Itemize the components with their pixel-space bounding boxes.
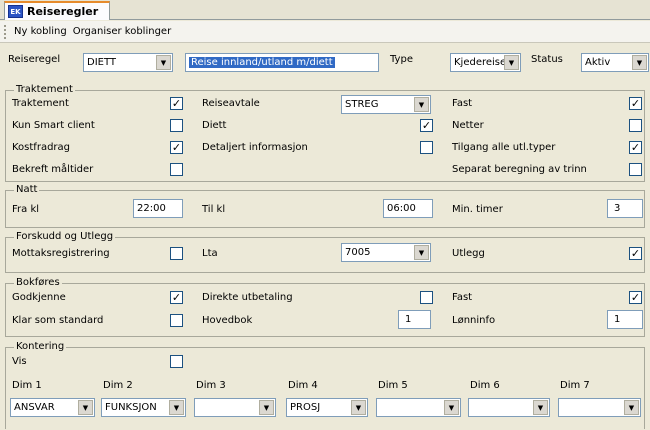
dim4-label: Dim 4 — [288, 380, 318, 391]
chevron-down-icon[interactable]: ▼ — [624, 400, 639, 415]
tab-reiseregler[interactable]: EK Reiseregler — [4, 1, 110, 20]
lta-label: Lta — [202, 248, 218, 259]
new-link-button[interactable]: Ny kobling — [11, 26, 70, 37]
lonninfo-label: Lønninfo — [452, 315, 496, 326]
chevron-down-icon[interactable]: ▼ — [533, 400, 548, 415]
fast-checkbox[interactable]: ✓ — [629, 97, 642, 110]
diett-label: Diett — [202, 120, 227, 131]
traktement-label: Traktement — [12, 98, 69, 109]
organize-links-button[interactable]: Organiser koblinger — [70, 26, 174, 37]
chevron-down-icon[interactable]: ▼ — [414, 97, 429, 112]
utlegg-checkbox[interactable]: ✓ — [629, 247, 642, 260]
dim7-label: Dim 7 — [560, 380, 590, 391]
fra-kl-label: Fra kl — [12, 204, 40, 215]
vis-checkbox[interactable] — [170, 355, 183, 368]
group-title: Kontering — [14, 341, 67, 352]
fast-bok-checkbox[interactable]: ✓ — [629, 291, 642, 304]
godkjenne-label: Godkjenne — [12, 292, 66, 303]
lonninfo-field[interactable]: 1 — [607, 310, 643, 329]
detaljert-label: Detaljert informasjon — [202, 142, 308, 153]
detaljert-checkbox[interactable] — [420, 141, 433, 154]
min-timer-field[interactable]: 3 — [607, 199, 643, 218]
reiseregel-label: Reiseregel — [8, 54, 61, 65]
chevron-down-icon[interactable]: ▼ — [259, 400, 274, 415]
dim6-dropdown[interactable]: ▼ — [468, 398, 550, 417]
dim2-label: Dim 2 — [103, 380, 133, 391]
natt-group: Natt — [5, 184, 645, 228]
hovedbok-field[interactable]: 1 — [398, 310, 431, 329]
til-kl-label: Til kl — [202, 204, 226, 215]
dim5-dropdown[interactable]: ▼ — [376, 398, 461, 417]
utlegg-label: Utlegg — [452, 248, 485, 259]
chevron-down-icon[interactable]: ▼ — [156, 55, 171, 70]
separat-checkbox[interactable] — [629, 163, 642, 176]
reiseregel-dropdown[interactable]: DIETT ▼ — [83, 53, 173, 72]
godkjenne-checkbox[interactable]: ✓ — [170, 291, 183, 304]
netter-label: Netter — [452, 120, 484, 131]
kun-smart-client-checkbox[interactable] — [170, 119, 183, 132]
diett-checkbox[interactable]: ✓ — [420, 119, 433, 132]
reiseavtale-dropdown[interactable]: STREG ▼ — [341, 95, 431, 114]
chevron-down-icon[interactable]: ▼ — [351, 400, 366, 415]
dim4-dropdown[interactable]: PROSJ ▼ — [286, 398, 368, 417]
traktement-checkbox[interactable]: ✓ — [170, 97, 183, 110]
fast-bok-label: Fast — [452, 292, 473, 303]
klar-som-standard-checkbox[interactable] — [170, 314, 183, 327]
kostfradrag-checkbox[interactable]: ✓ — [170, 141, 183, 154]
chevron-down-icon[interactable]: ▼ — [504, 55, 519, 70]
kun-smart-client-label: Kun Smart client — [12, 120, 95, 131]
group-title: Forskudd og Utlegg — [14, 231, 116, 242]
group-title: Bokføres — [14, 277, 62, 288]
chevron-down-icon[interactable]: ▼ — [444, 400, 459, 415]
lta-dropdown[interactable]: 7005 ▼ — [341, 243, 431, 262]
dim3-label: Dim 3 — [196, 380, 226, 391]
dim2-dropdown[interactable]: FUNKSJON ▼ — [101, 398, 186, 417]
tab-bar: EK Reiseregler — [0, 0, 650, 20]
direkte-utbetaling-checkbox[interactable] — [420, 291, 433, 304]
fra-kl-field[interactable]: 22:00 — [133, 199, 183, 218]
dim5-label: Dim 5 — [378, 380, 408, 391]
chevron-down-icon[interactable]: ▼ — [632, 55, 647, 70]
fast-label: Fast — [452, 98, 473, 109]
kostfradrag-label: Kostfradrag — [12, 142, 71, 153]
description-field[interactable]: Reise innland/utland m/diett — [185, 53, 379, 72]
chevron-down-icon[interactable]: ▼ — [169, 400, 184, 415]
hovedbok-label: Hovedbok — [202, 315, 253, 326]
direkte-utbetaling-label: Direkte utbetaling — [202, 292, 293, 303]
min-timer-label: Min. timer — [452, 204, 503, 215]
dim7-dropdown[interactable]: ▼ — [558, 398, 641, 417]
mottaksregistrering-label: Mottaksregistrering — [12, 248, 110, 259]
separat-label: Separat beregning av trinn — [452, 164, 587, 175]
dim3-dropdown[interactable]: ▼ — [194, 398, 276, 417]
toolbar: Ny kobling Organiser koblinger — [0, 21, 650, 43]
tilgang-label: Tilgang alle utl.typer — [452, 142, 556, 153]
dim1-label: Dim 1 — [12, 380, 42, 391]
bekreft-label: Bekreft måltider — [12, 164, 94, 175]
type-label: Type — [390, 54, 413, 65]
app-icon: EK — [8, 5, 23, 18]
dim1-dropdown[interactable]: ANSVAR ▼ — [10, 398, 95, 417]
netter-checkbox[interactable] — [629, 119, 642, 132]
status-dropdown[interactable]: Aktiv ▼ — [581, 53, 649, 72]
status-label: Status — [531, 54, 563, 65]
klar-som-standard-label: Klar som standard — [12, 315, 104, 326]
type-dropdown[interactable]: Kjedereise ▼ — [450, 53, 521, 72]
mottaksregistrering-checkbox[interactable] — [170, 247, 183, 260]
group-title: Natt — [14, 184, 40, 195]
tab-title: Reiseregler — [27, 5, 99, 18]
bekreft-checkbox[interactable] — [170, 163, 183, 176]
toolbar-grip-icon — [4, 24, 7, 39]
vis-label: Vis — [12, 356, 27, 367]
form-main: Reiseregel DIETT ▼ Reise innland/utland m… — [0, 44, 650, 430]
tilgang-checkbox[interactable]: ✓ — [629, 141, 642, 154]
reiseavtale-label: Reiseavtale — [202, 98, 260, 109]
til-kl-field[interactable]: 06:00 — [383, 199, 433, 218]
dim6-label: Dim 6 — [470, 380, 500, 391]
group-title: Traktement — [14, 84, 75, 95]
chevron-down-icon[interactable]: ▼ — [414, 245, 429, 260]
chevron-down-icon[interactable]: ▼ — [78, 400, 93, 415]
bokfores-group: Bokføres — [5, 277, 645, 337]
